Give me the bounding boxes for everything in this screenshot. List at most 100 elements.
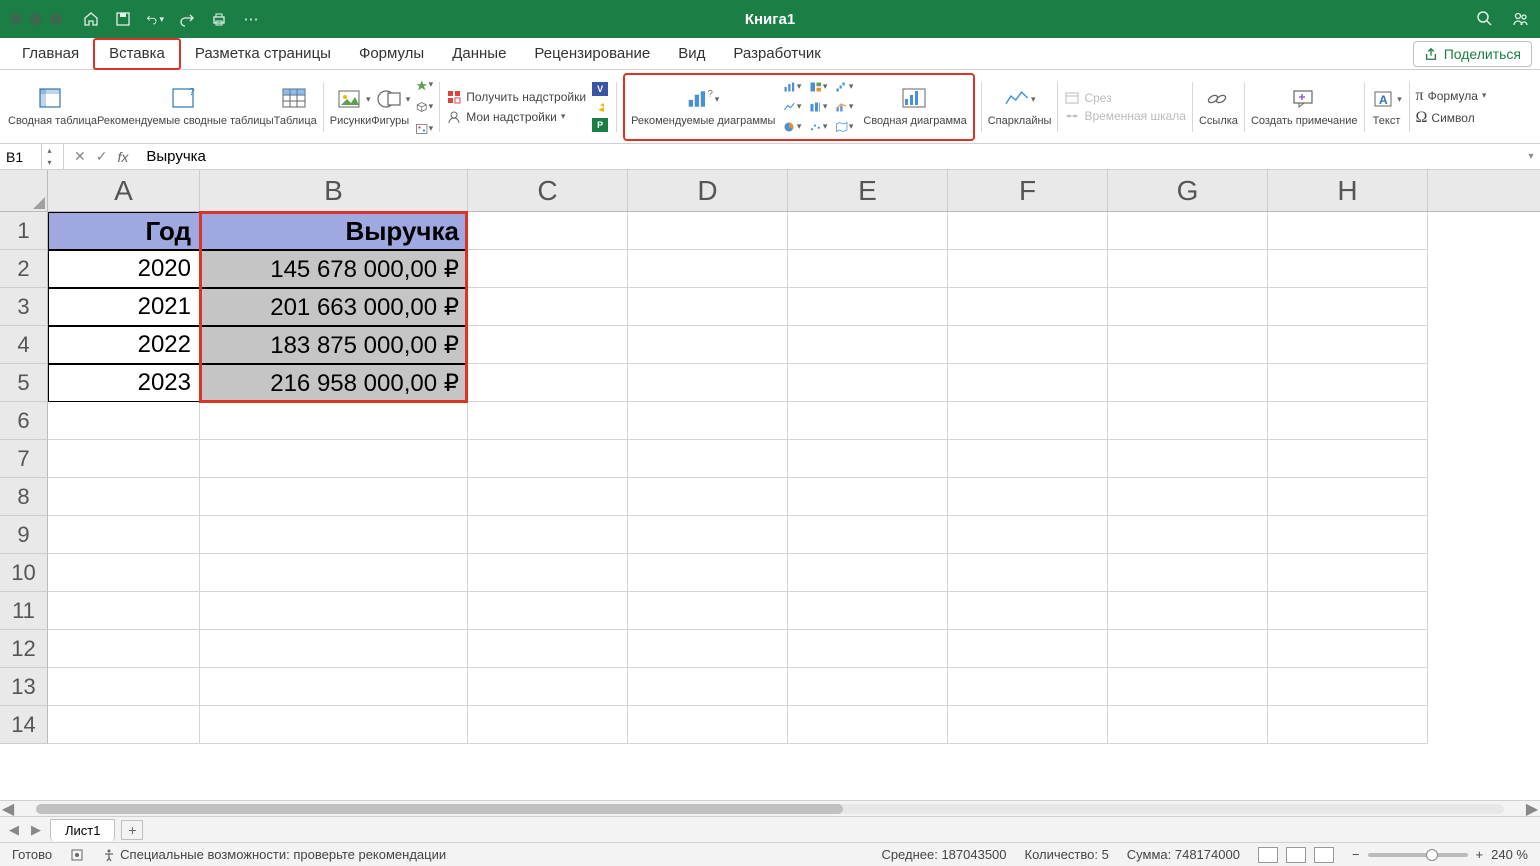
cell-A5[interactable]: 2023 (48, 364, 200, 402)
cell-E1[interactable] (788, 212, 948, 250)
prev-sheet-icon[interactable]: ◀ (6, 822, 22, 838)
people-graph-addin-icon[interactable]: P (592, 118, 608, 132)
undo-icon[interactable]: ▾ (146, 10, 164, 28)
cell-D8[interactable] (628, 478, 788, 516)
cell-E4[interactable] (788, 326, 948, 364)
cell-D11[interactable] (628, 592, 788, 630)
cell-H10[interactable] (1268, 554, 1428, 592)
cell-F10[interactable] (948, 554, 1108, 592)
search-icon[interactable] (1476, 10, 1494, 28)
cell-E13[interactable] (788, 668, 948, 706)
pictures-button[interactable]: ▾ Рисунки (330, 85, 372, 127)
zoom-out-icon[interactable]: − (1352, 847, 1360, 862)
macro-record-icon[interactable] (70, 848, 84, 862)
cell-C8[interactable] (468, 478, 628, 516)
cell-A11[interactable] (48, 592, 200, 630)
row-header-12[interactable]: 12 (0, 630, 48, 668)
cell-C4[interactable] (468, 326, 628, 364)
cell-B6[interactable] (200, 402, 468, 440)
cell-G11[interactable] (1108, 592, 1268, 630)
bing-addin-icon[interactable] (592, 98, 610, 116)
cell-G8[interactable] (1108, 478, 1268, 516)
cell-G9[interactable] (1108, 516, 1268, 554)
cell-C14[interactable] (468, 706, 628, 744)
cell-G14[interactable] (1108, 706, 1268, 744)
cell-H14[interactable] (1268, 706, 1428, 744)
cell-G2[interactable] (1108, 250, 1268, 288)
tab-formulas[interactable]: Формулы (345, 38, 438, 70)
cell-H2[interactable] (1268, 250, 1428, 288)
cell-H13[interactable] (1268, 668, 1428, 706)
row-header-4[interactable]: 4 (0, 326, 48, 364)
cell-E3[interactable] (788, 288, 948, 326)
normal-view-icon[interactable] (1258, 847, 1278, 863)
page-layout-view-icon[interactable] (1286, 847, 1306, 863)
zoom-control[interactable]: − + 240 % (1352, 847, 1528, 862)
row-header-5[interactable]: 5 (0, 364, 48, 402)
name-box-stepper[interactable]: ▴▾ (41, 144, 57, 169)
cell-B8[interactable] (200, 478, 468, 516)
col-header-E[interactable]: E (788, 170, 948, 211)
tab-page-layout[interactable]: Разметка страницы (181, 38, 345, 70)
cell-C12[interactable] (468, 630, 628, 668)
cell-B11[interactable] (200, 592, 468, 630)
cell-A9[interactable] (48, 516, 200, 554)
cell-F1[interactable] (948, 212, 1108, 250)
share-people-icon[interactable] (1512, 10, 1530, 28)
cell-D3[interactable] (628, 288, 788, 326)
row-header-1[interactable]: 1 (0, 212, 48, 250)
cell-H1[interactable] (1268, 212, 1428, 250)
accessibility-status[interactable]: Специальные возможности: проверьте реком… (102, 847, 446, 862)
cell-F7[interactable] (948, 440, 1108, 478)
cell-E6[interactable] (788, 402, 948, 440)
cell-E2[interactable] (788, 250, 948, 288)
cell-H5[interactable] (1268, 364, 1428, 402)
pie-chart-button[interactable]: ▾ (783, 118, 801, 136)
cell-G5[interactable] (1108, 364, 1268, 402)
close-window-icon[interactable] (10, 13, 22, 25)
cell-E8[interactable] (788, 478, 948, 516)
cell-D10[interactable] (628, 554, 788, 592)
cell-F8[interactable] (948, 478, 1108, 516)
tab-developer[interactable]: Разработчик (719, 38, 834, 70)
window-controls[interactable] (10, 13, 62, 25)
sparklines-button[interactable]: ▾ Спарклайны (988, 85, 1052, 127)
equation-button[interactable]: π Формула ▾ (1416, 87, 1487, 105)
comment-button[interactable]: Создать примечание (1251, 85, 1358, 127)
maximize-window-icon[interactable] (50, 13, 62, 25)
col-header-D[interactable]: D (628, 170, 788, 211)
cell-A6[interactable] (48, 402, 200, 440)
pivot-chart-button[interactable]: Сводная диаграмма (863, 85, 966, 127)
pivot-table-button[interactable]: Сводная таблица (8, 85, 97, 127)
tab-review[interactable]: Рецензирование (520, 38, 664, 70)
tab-view[interactable]: Вид (664, 38, 719, 70)
cell-H8[interactable] (1268, 478, 1428, 516)
cell-F2[interactable] (948, 250, 1108, 288)
cell-B7[interactable] (200, 440, 468, 478)
row-header-6[interactable]: 6 (0, 402, 48, 440)
fx-icon[interactable]: fx (117, 149, 128, 165)
save-icon[interactable] (114, 10, 132, 28)
cell-D9[interactable] (628, 516, 788, 554)
tab-data[interactable]: Данные (438, 38, 520, 70)
cell-E12[interactable] (788, 630, 948, 668)
cell-F13[interactable] (948, 668, 1108, 706)
table-button[interactable]: Таблица (274, 85, 317, 127)
cell-F14[interactable] (948, 706, 1108, 744)
col-header-B[interactable]: B (200, 170, 468, 211)
scatter-chart-button[interactable]: ▾ (809, 118, 827, 136)
row-header-9[interactable]: 9 (0, 516, 48, 554)
cell-C7[interactable] (468, 440, 628, 478)
row-header-11[interactable]: 11 (0, 592, 48, 630)
cell-A13[interactable] (48, 668, 200, 706)
cell-A7[interactable] (48, 440, 200, 478)
col-header-G[interactable]: G (1108, 170, 1268, 211)
shapes-button[interactable]: ▾ Фигуры (371, 85, 409, 127)
hierarchy-chart-button[interactable]: ▾ (809, 78, 827, 96)
page-break-view-icon[interactable] (1314, 847, 1334, 863)
cell-D13[interactable] (628, 668, 788, 706)
cell-G1[interactable] (1108, 212, 1268, 250)
share-button[interactable]: Поделиться (1413, 41, 1532, 67)
cell-B5[interactable]: 216 958 000,00 ₽ (200, 364, 468, 402)
recommended-charts-button[interactable]: ?▾ Рекомендуемые диаграммы (631, 85, 775, 127)
